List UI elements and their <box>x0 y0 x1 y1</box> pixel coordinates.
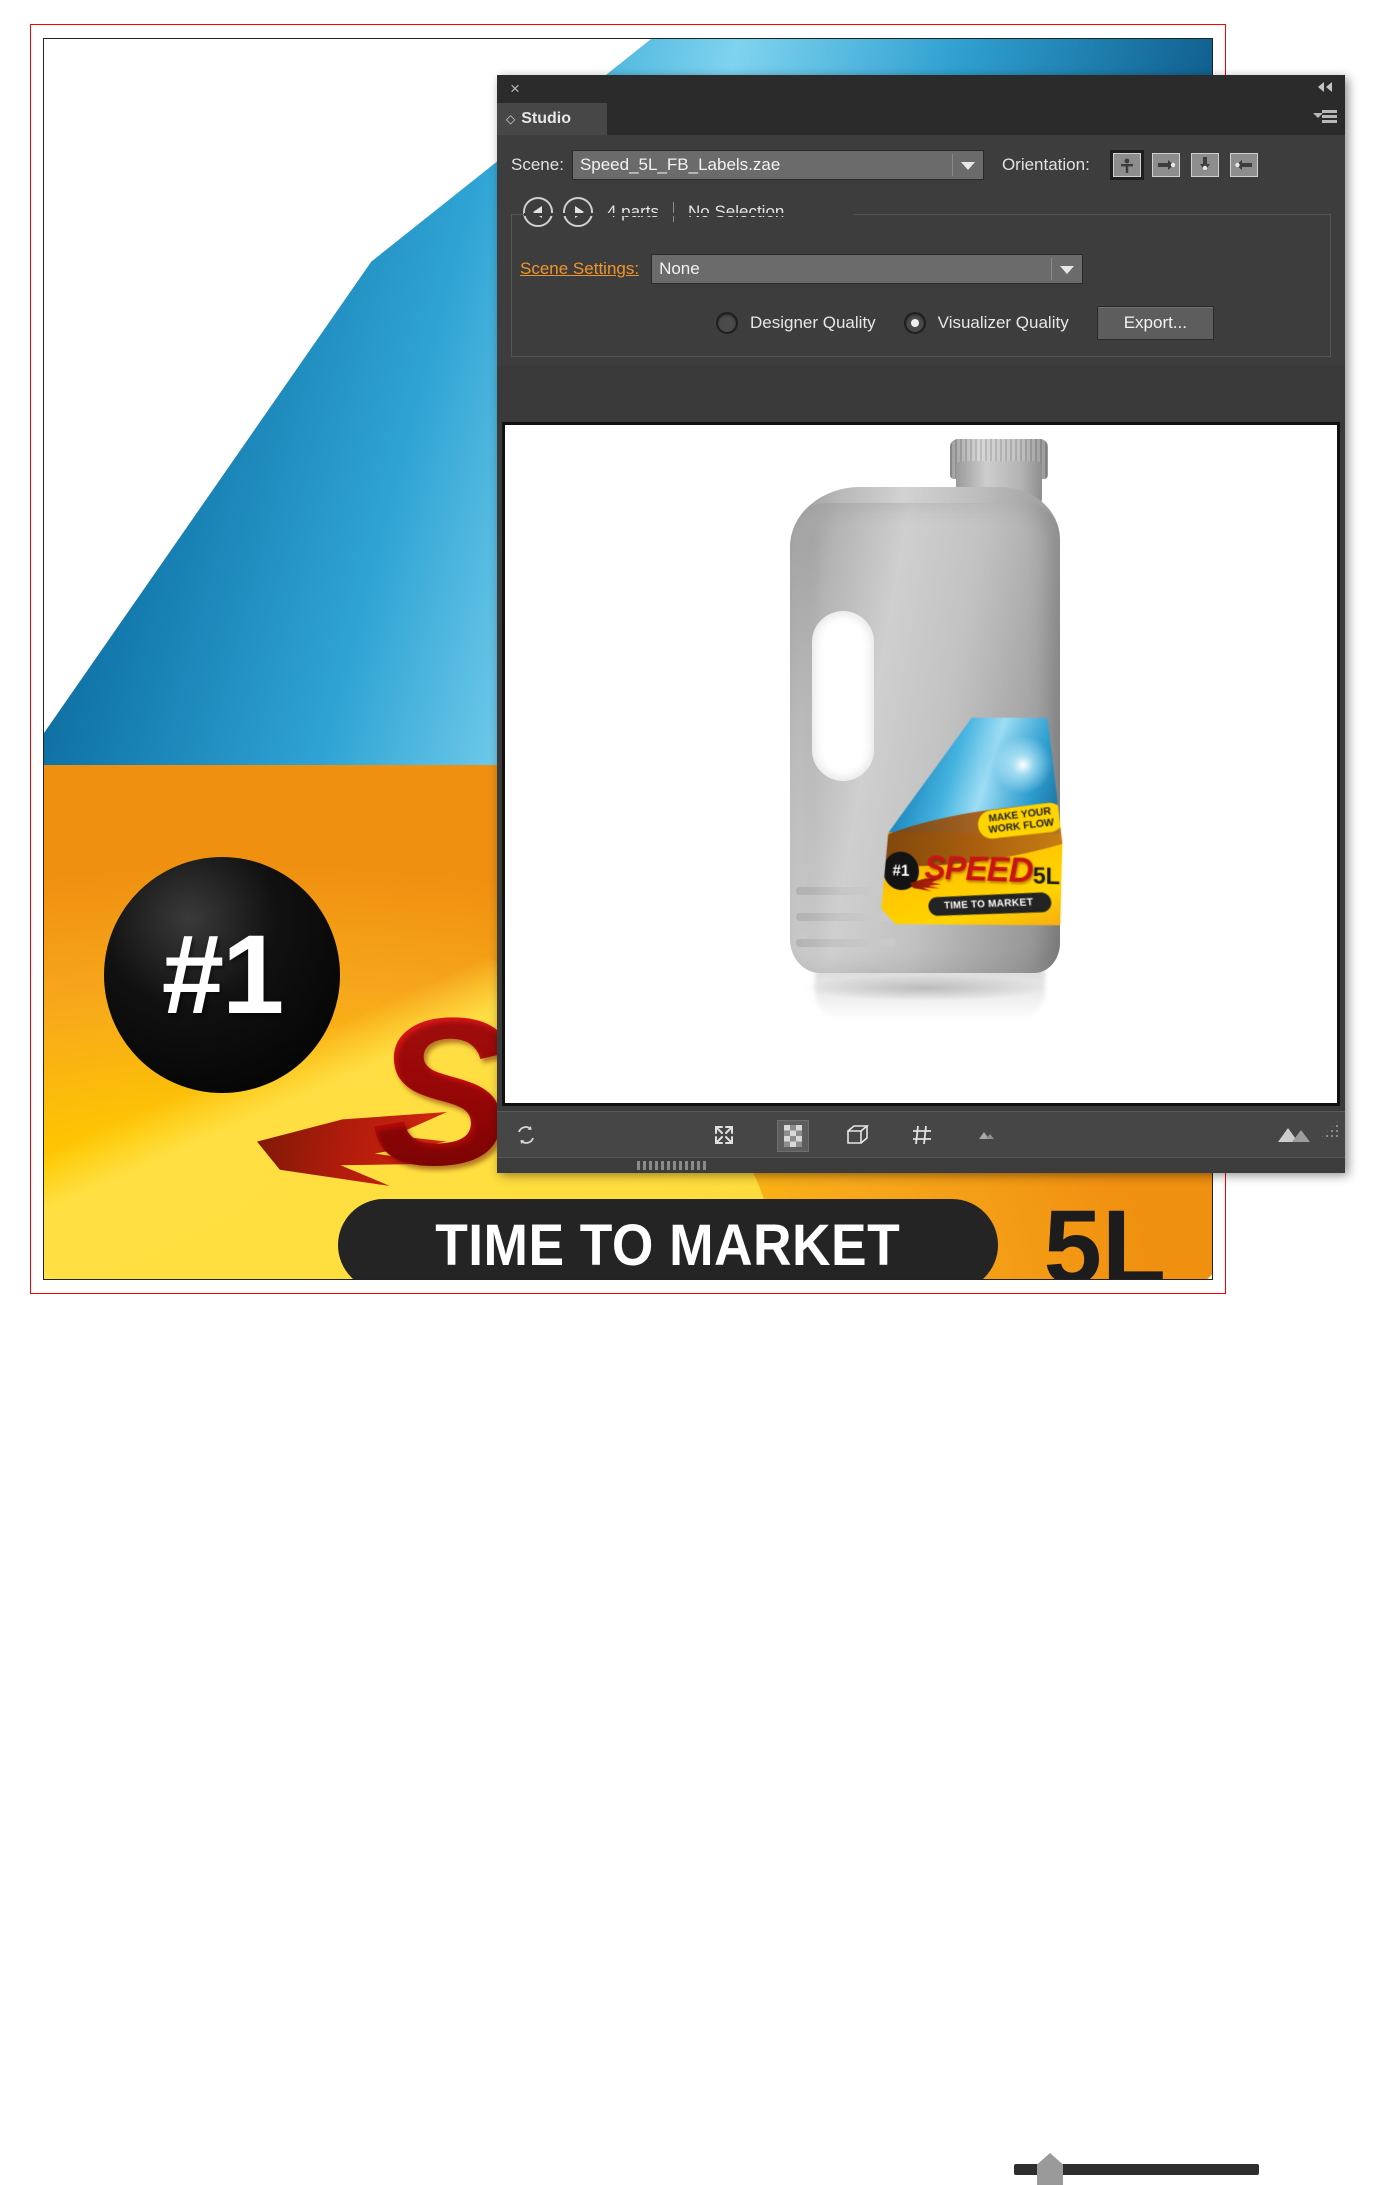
orientation-front-button[interactable] <box>1109 150 1144 180</box>
visualizer-quality-label: Visualizer Quality <box>937 313 1069 332</box>
tab-studio-label: Studio <box>521 110 571 127</box>
combo-divider <box>1051 258 1053 280</box>
quality-low-icon[interactable] <box>972 1120 1002 1150</box>
viewport-toolbar <box>497 1111 1345 2185</box>
panel-titlebar[interactable]: × <box>497 75 1345 103</box>
export-button[interactable]: Export... <box>1096 306 1215 340</box>
designer-quality-radio[interactable] <box>716 312 738 334</box>
bottle-3d-model[interactable]: MAKE YOUR WORK FLOW #1 SPEED TIME TO MAR… <box>760 435 1080 1021</box>
bottle-handle-hole <box>812 611 874 781</box>
scene-select[interactable]: Speed_5L_FB_Labels.zae <box>571 150 984 180</box>
transparency-checker-icon[interactable] <box>777 1120 809 1152</box>
badge-number-text: #1 <box>161 912 285 1037</box>
number-one-badge: #1 <box>104 857 340 1093</box>
bottle-rib <box>796 939 896 947</box>
bounding-box-icon[interactable] <box>842 1120 872 1150</box>
orientation-top-icon <box>1190 153 1219 177</box>
volume-text: 5L <box>1043 1189 1166 1280</box>
orientation-right-icon <box>1151 153 1180 177</box>
orientation-button-group <box>1109 150 1261 180</box>
tab-studio[interactable]: ◇ Studio <box>497 103 607 135</box>
orientation-left-icon <box>1229 153 1258 177</box>
mini-badge-number: #1 <box>892 861 910 880</box>
scene-settings-row: Scene Settings: None <box>520 254 1322 284</box>
orientation-front-icon <box>1112 153 1141 177</box>
scene-label: Scene: <box>511 155 564 174</box>
quality-row: Designer Quality Visualizer Quality Expo… <box>520 306 1322 340</box>
double-chevron-left-icon <box>1318 82 1332 92</box>
panel-body: Scene: Speed_5L_FB_Labels.zae Orientatio… <box>497 135 1345 365</box>
collapse-panel-icon[interactable] <box>1315 80 1335 98</box>
quality-slider-thumb[interactable] <box>1037 2153 1063 2185</box>
bottle-rib <box>796 887 896 895</box>
panel-menu-icon[interactable] <box>1313 109 1337 129</box>
bottle-rib <box>796 913 896 921</box>
3d-viewport[interactable]: MAKE YOUR WORK FLOW #1 SPEED TIME TO MAR… <box>502 422 1340 1106</box>
designer-quality-label: Designer Quality <box>750 313 876 332</box>
panel-drag-handle[interactable] <box>637 1161 707 1170</box>
orientation-right-button[interactable] <box>1148 150 1183 180</box>
orientation-top-button[interactable] <box>1187 150 1222 180</box>
chevron-down-icon <box>1060 266 1075 274</box>
scene-settings-link[interactable]: Scene Settings: <box>520 259 639 279</box>
grid-icon[interactable] <box>907 1120 937 1150</box>
fit-to-screen-icon[interactable] <box>709 1120 739 1150</box>
combo-divider <box>951 154 953 176</box>
scene-value: Speed_5L_FB_Labels.zae <box>579 155 781 174</box>
scene-settings-value: None <box>659 259 700 278</box>
studio-panel[interactable]: × ◇ Studio Scene: Speed_5L_FB_Labels.zae <box>497 75 1345 2185</box>
hamburger-icon <box>1322 110 1337 125</box>
refresh-icon[interactable] <box>511 1120 541 1150</box>
tagline-pill: TIME TO MARKET <box>338 1199 998 1279</box>
bottle-reflection <box>815 969 1045 1021</box>
chevron-down-icon <box>960 162 975 170</box>
mini-volume-text: 5L <box>1032 862 1061 890</box>
scene-settings-select[interactable]: None <box>651 254 1084 284</box>
panel-tabbar[interactable]: ◇ Studio <box>497 103 1345 135</box>
close-icon[interactable]: × <box>505 79 525 99</box>
frame-notch <box>524 213 854 216</box>
quality-high-icon[interactable] <box>1272 1120 1316 1150</box>
tagline-text: TIME TO MARKET <box>435 1212 901 1278</box>
scene-row: Scene: Speed_5L_FB_Labels.zae Orientatio… <box>511 149 1331 181</box>
orientation-left-button[interactable] <box>1226 150 1261 180</box>
scene-settings-group: Scene Settings: None Designer Quality Vi… <box>511 213 1331 357</box>
mini-brand-wordmark: SPEED <box>924 849 1033 891</box>
mini-tagline-text: TIME TO MARKET <box>943 896 1034 912</box>
orientation-label: Orientation: <box>1001 155 1090 174</box>
panel-resize-grip[interactable] <box>1319 1118 1341 1140</box>
visualizer-quality-radio[interactable] <box>903 312 926 334</box>
panel-footer[interactable] <box>497 1157 1345 1173</box>
tab-diamond-icon: ◇ <box>506 112 516 126</box>
